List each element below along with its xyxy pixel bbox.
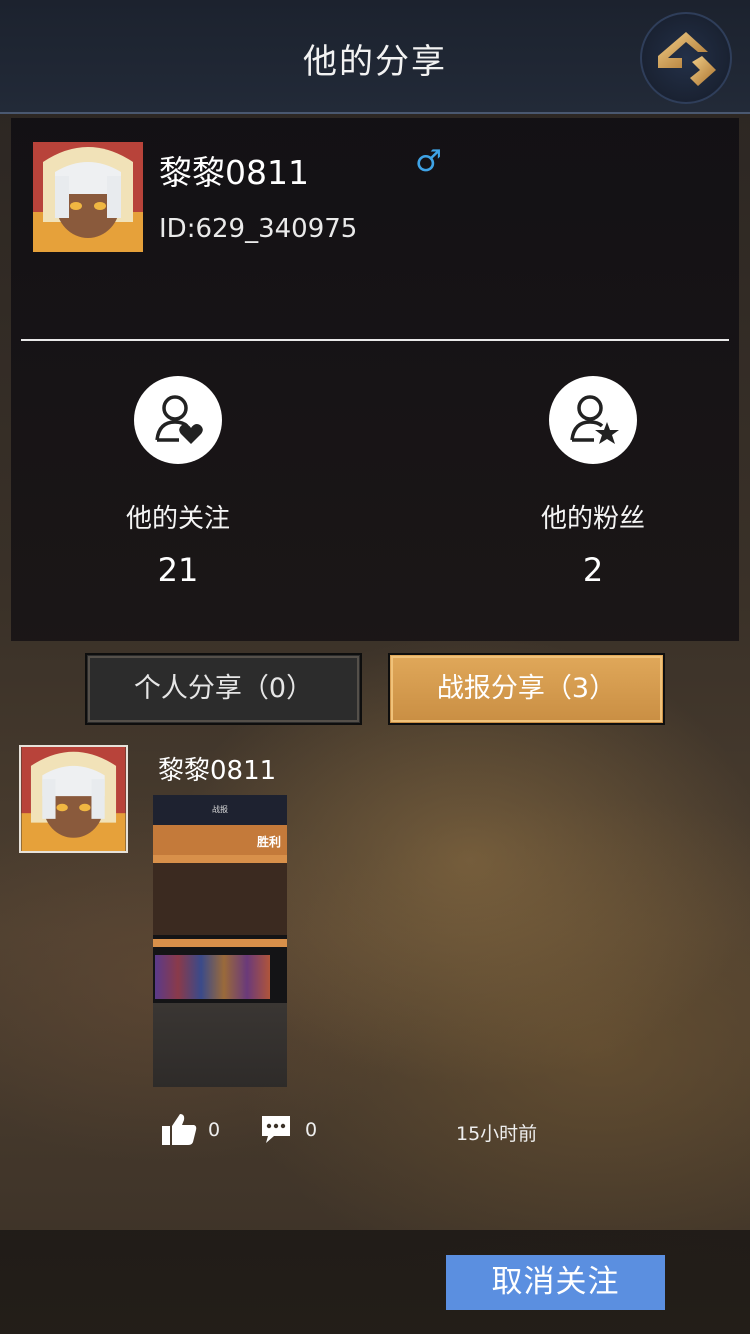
comment-count: 0 <box>305 1119 318 1141</box>
male-gender-icon: ♂ <box>415 144 442 179</box>
post-author-avatar[interactable] <box>19 745 128 853</box>
fans-stat[interactable]: 他的粉丝 2 <box>503 376 683 589</box>
following-count: 21 <box>157 551 199 589</box>
thumbnail-formation <box>153 863 287 935</box>
thumbnail-band <box>153 855 287 863</box>
fans-count: 2 <box>582 551 604 589</box>
like-count: 0 <box>208 1119 221 1141</box>
avatar[interactable] <box>33 142 143 252</box>
post-timestamp: 15小时前 <box>456 1123 538 1145</box>
tab-battle-share[interactable]: 战报分享（3） <box>388 653 665 725</box>
profile-card: 黎黎0811 ♂ ID:629_340975 他的关注 21 他的粉丝 2 <box>11 118 739 641</box>
thumbnail-result-banner: 胜利 <box>153 825 287 855</box>
thumbnail-result-text: 胜利 <box>256 835 281 849</box>
following-stat[interactable]: 他的关注 21 <box>88 376 268 589</box>
top-bar: 他的分享 <box>0 0 750 114</box>
fans-circle <box>549 376 637 464</box>
user-name: 黎黎0811 <box>159 153 309 192</box>
tab-personal-share[interactable]: 个人分享（0） <box>85 653 362 725</box>
fans-label: 他的粉丝 <box>540 504 645 534</box>
following-label: 他的关注 <box>125 504 230 534</box>
user-star-icon <box>570 395 619 444</box>
unfollow-button[interactable]: 取消关注 <box>446 1255 665 1310</box>
thumbs-up-icon[interactable] <box>160 1112 198 1146</box>
thumbnail-background <box>153 1003 287 1087</box>
following-circle <box>134 376 222 464</box>
comment-icon[interactable] <box>260 1114 292 1144</box>
thumbnail-band <box>153 939 287 947</box>
battle-report-thumbnail[interactable]: 战报 胜利 <box>153 795 287 1087</box>
thumbnail-header: 战报 <box>153 795 287 825</box>
post-author-name: 黎黎0811 <box>158 756 277 786</box>
user-heart-icon <box>155 395 203 444</box>
thumbnail-cards <box>155 955 270 999</box>
page-title: 他的分享 <box>303 42 447 82</box>
back-button[interactable] <box>640 12 732 104</box>
user-id: ID:629_340975 <box>159 214 358 244</box>
back-arrow-icon <box>658 32 716 86</box>
divider <box>21 339 729 341</box>
